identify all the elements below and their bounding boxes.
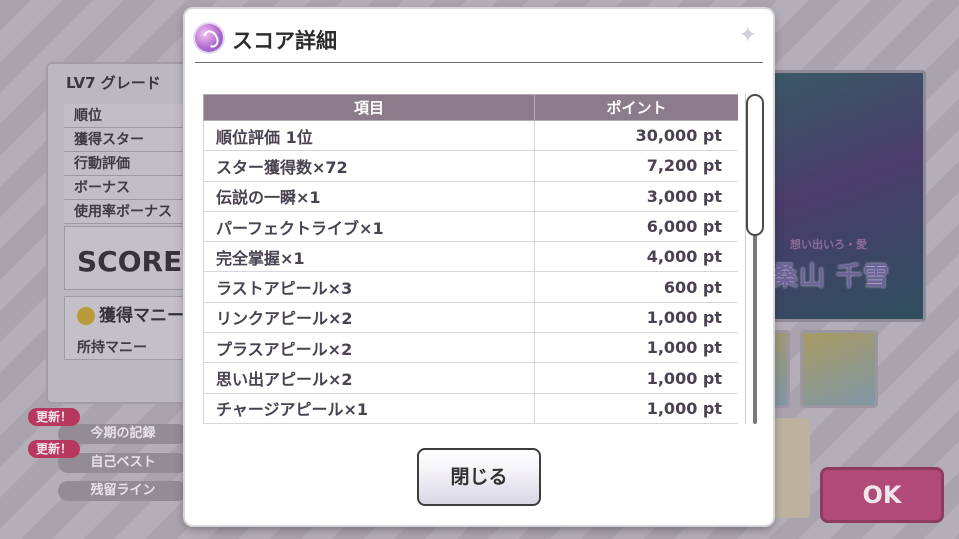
result-rows: 順位 獲得スター 行動評価 ボーナス 使用率ボーナス <box>64 104 204 224</box>
table-header-row: 項目 ポイント <box>203 94 738 121</box>
ok-button[interactable]: OK <box>820 467 944 523</box>
score-table: 項目 ポイント 順位評価 1位 30,000 pt スター獲得数×72 7,20… <box>203 94 738 424</box>
table-row: 完全掌握×1 4,000 pt <box>203 241 738 273</box>
support-card-thumbnail <box>800 330 878 408</box>
column-header-points: ポイント <box>534 94 738 121</box>
badge-icon <box>195 24 223 52</box>
score-box: SCORE <box>64 226 204 290</box>
record-survival-line[interactable]: 残留ライン <box>58 481 188 501</box>
row-item: 完全掌握×1 <box>203 241 535 273</box>
new-record-badge: 更新！ <box>28 408 81 426</box>
table-row: パーフェクトライブ×1 6,000 pt <box>203 210 738 243</box>
row-item: 順位評価 1位 <box>203 119 535 152</box>
table-row: プラスアピール×2 1,000 pt <box>203 332 738 364</box>
header-divider <box>195 62 763 63</box>
idol-card-name: 桑山 千雪 <box>772 262 891 292</box>
scrollbar-thumb[interactable] <box>746 94 764 236</box>
row-points: 4,000 pt <box>534 241 738 273</box>
column-header-item: 項目 <box>203 94 535 121</box>
row-points: 7,200 pt <box>534 150 738 182</box>
row-item: スター獲得数×72 <box>203 150 535 182</box>
row-item: ラストアピール×3 <box>203 271 535 303</box>
row-points: 1,000 pt <box>534 332 738 364</box>
row-points: 30,000 pt <box>534 119 738 152</box>
result-row: 順位 <box>64 104 204 128</box>
score-detail-dialog: スコア詳細 ✦ 項目 ポイント 順位評価 1位 30,000 pt スター獲得数… <box>185 9 773 525</box>
table-row: 順位評価 1位 30,000 pt <box>203 119 738 152</box>
table-row: 伝説の一瞬×1 3,000 pt <box>203 180 738 212</box>
table-row: ラストアピール×3 600 pt <box>203 271 738 303</box>
row-item: パーフェクトライブ×1 <box>203 210 535 243</box>
sparkle-icon: ✦ <box>738 23 757 48</box>
row-item: リンクアピール×2 <box>203 301 535 334</box>
result-row: 行動評価 <box>64 152 204 176</box>
new-record-badge: 更新！ <box>28 440 81 458</box>
row-item: プラスアピール×2 <box>203 332 535 364</box>
row-points: 6,000 pt <box>534 210 738 243</box>
table-row: 思い出アピール×2 1,000 pt <box>203 362 738 394</box>
row-item: 思い出アピール×2 <box>203 362 535 394</box>
table-row: リンクアピール×2 1,000 pt <box>203 301 738 334</box>
money-label: 所持マニー <box>77 340 147 356</box>
result-row: 使用率ボーナス <box>64 200 204 224</box>
dialog-title: スコア詳細 <box>232 29 337 53</box>
row-points: 3,000 pt <box>534 180 738 212</box>
table-scrollbar[interactable] <box>745 94 764 424</box>
idol-card-subtitle: 想い出いろ・愛 <box>790 238 867 251</box>
table-row: スター獲得数×72 7,200 pt <box>203 150 738 182</box>
result-row: 獲得スター <box>64 128 204 152</box>
money-box: 獲得マニー 所持マニー <box>64 296 204 360</box>
result-row: ボーナス <box>64 176 204 200</box>
row-item: チャージアピール×1 <box>203 392 535 424</box>
record-personal-best[interactable]: 自己ベスト <box>58 453 188 473</box>
result-panel: LV7 グレード 順位 獲得スター 行動評価 ボーナス 使用率ボーナス SCOR… <box>46 62 204 404</box>
row-points: 1,000 pt <box>534 392 738 424</box>
dialog-header: スコア詳細 ✦ <box>185 9 773 65</box>
row-points: 1,000 pt <box>534 301 738 334</box>
row-item: 伝説の一瞬×1 <box>203 180 535 212</box>
row-points: 1,000 pt <box>534 362 738 394</box>
close-button[interactable]: 閉じる <box>417 448 541 506</box>
score-table-container[interactable]: 項目 ポイント 順位評価 1位 30,000 pt スター獲得数×72 7,20… <box>203 94 738 427</box>
row-points: 600 pt <box>534 271 738 303</box>
money-title: 獲得マニー <box>77 301 184 326</box>
score-label: SCORE <box>77 245 183 278</box>
record-this-term[interactable]: 今期の記録 <box>58 424 188 444</box>
table-row: チャージアピール×1 1,000 pt <box>203 392 738 424</box>
coin-icon <box>77 307 95 325</box>
rank-badge <box>772 418 810 518</box>
result-panel-title: LV7 グレード <box>66 74 161 92</box>
